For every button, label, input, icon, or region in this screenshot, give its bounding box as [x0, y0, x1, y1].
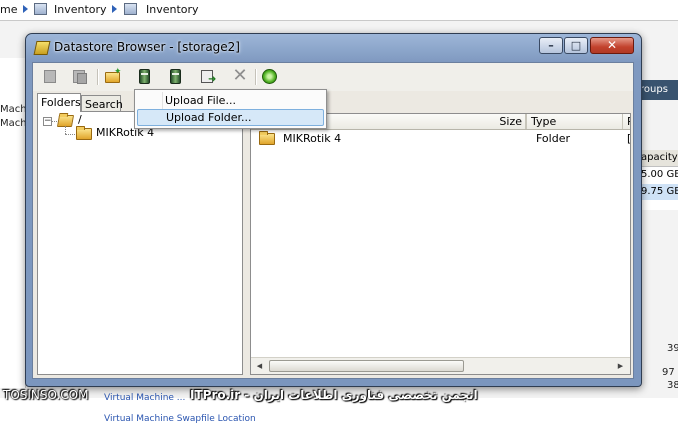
- upload-button[interactable]: [136, 68, 154, 86]
- delete-icon: ✕: [232, 65, 248, 86]
- file-type: Folder: [536, 132, 570, 145]
- scroll-right-icon[interactable]: ▶: [613, 359, 628, 374]
- list-item[interactable]: MIKRotik 4 Folder [s: [251, 130, 630, 148]
- chevron-right-icon: [23, 5, 28, 13]
- folder-tree: − / MIKRotik 4: [37, 111, 243, 375]
- tree-connector: [51, 121, 57, 122]
- browse-gray-icon-overlay: [77, 73, 87, 84]
- download-icon: [170, 69, 181, 84]
- breadcrumb: me Inventory Inventory: [0, 0, 678, 21]
- folder-tree-pane: Folders Search − / MIKRotik 4: [37, 93, 243, 377]
- background-number: 97: [662, 367, 675, 378]
- file-path: [s: [627, 132, 631, 145]
- window-titlebar[interactable]: Datastore Browser - [storage2] – □ ✕: [26, 34, 641, 62]
- watermark-left: TOSINSO.COM: [3, 388, 89, 402]
- chevron-right-icon: [112, 5, 117, 13]
- breadcrumb-item-inventory-2[interactable]: Inventory: [146, 2, 199, 18]
- file-list: Size Type P MIKRotik 4 Folder [s ◀ ▶: [250, 113, 631, 375]
- menu-item-upload-file[interactable]: Upload File...: [137, 92, 324, 109]
- browse-button[interactable]: [71, 68, 89, 86]
- close-icon: ✕: [606, 38, 618, 52]
- folder-icon: [259, 131, 275, 145]
- refresh-icon: [262, 69, 277, 84]
- tree-connector: [65, 126, 66, 134]
- background-table: apacity 5.00 GB 9.75 GB: [636, 150, 678, 210]
- window-title: Datastore Browser - [storage2]: [54, 40, 240, 54]
- column-header-type[interactable]: Type: [527, 114, 623, 129]
- background-tab-groups[interactable]: roups: [636, 80, 678, 100]
- menu-item-upload-folder[interactable]: Upload Folder...: [137, 109, 324, 126]
- horizontal-scrollbar[interactable]: ◀ ▶: [251, 357, 630, 374]
- watermark-right: انجمن تخصصی فناوری اطلاعات ایران - ITPro…: [190, 388, 478, 402]
- toolbar-separator: [97, 69, 99, 85]
- tab-search[interactable]: Search: [81, 95, 123, 112]
- toolbar: ✦ ➜ ✕: [33, 63, 633, 91]
- column-header-size[interactable]: Size: [431, 114, 527, 129]
- datastore-browser-window: Datastore Browser - [storage2] – □ ✕ ✦ ➜…: [25, 33, 642, 387]
- inventory-icon: [34, 3, 47, 15]
- upload-icon: [139, 69, 150, 84]
- tree-connector: [65, 134, 75, 135]
- column-header-path[interactable]: P: [623, 114, 630, 129]
- upload-menu: Upload File... Upload Folder...: [134, 89, 327, 129]
- datastore-browser-icon: [33, 41, 51, 55]
- background-table-cell: 9.75 GB: [637, 184, 678, 200]
- folder-icon: [76, 126, 92, 140]
- file-name: MIKRotik 4: [283, 132, 342, 145]
- breadcrumb-item-home[interactable]: me: [0, 2, 17, 18]
- refresh-button[interactable]: [261, 68, 279, 86]
- maximize-icon: □: [570, 39, 582, 52]
- delete-button[interactable]: ✕: [231, 65, 249, 86]
- background-number: 39: [667, 343, 678, 354]
- breadcrumb-item-inventory[interactable]: Inventory: [54, 2, 107, 18]
- window-client-area: ✦ ➜ ✕ Folders Search − / MIKRotik 4 Size…: [32, 62, 634, 379]
- tab-folders[interactable]: Folders: [37, 93, 81, 112]
- background-link[interactable]: Virtual Machine Swapfile Location: [104, 414, 256, 424]
- maximize-button[interactable]: □: [564, 37, 588, 54]
- create-folder-button[interactable]: ✦: [104, 68, 122, 86]
- watermark: TOSINSO.COM انجمن تخصصی فناوری اطلاعات ا…: [0, 387, 678, 405]
- scrollbar-thumb[interactable]: [269, 360, 464, 372]
- minimize-icon: –: [548, 39, 554, 52]
- minimize-button[interactable]: –: [539, 37, 563, 54]
- register-vm-button[interactable]: ➜: [199, 68, 217, 86]
- sparkle-icon: ✦: [114, 67, 122, 77]
- arrow-icon: ➜: [208, 74, 217, 85]
- hosts-clusters-icon: [124, 3, 137, 15]
- background-table-cell: 5.00 GB: [641, 169, 678, 180]
- background-table-header: apacity: [637, 150, 678, 167]
- close-button[interactable]: ✕: [590, 37, 634, 54]
- datastore-gray-icon: [44, 70, 56, 83]
- toolbar-separator: [255, 69, 257, 85]
- tree-item-root[interactable]: /: [78, 113, 82, 126]
- background-inventory-pane: Machin Machin: [0, 58, 36, 388]
- download-button[interactable]: [167, 68, 185, 86]
- scroll-left-icon[interactable]: ◀: [252, 359, 267, 374]
- datastore-button[interactable]: [42, 68, 60, 86]
